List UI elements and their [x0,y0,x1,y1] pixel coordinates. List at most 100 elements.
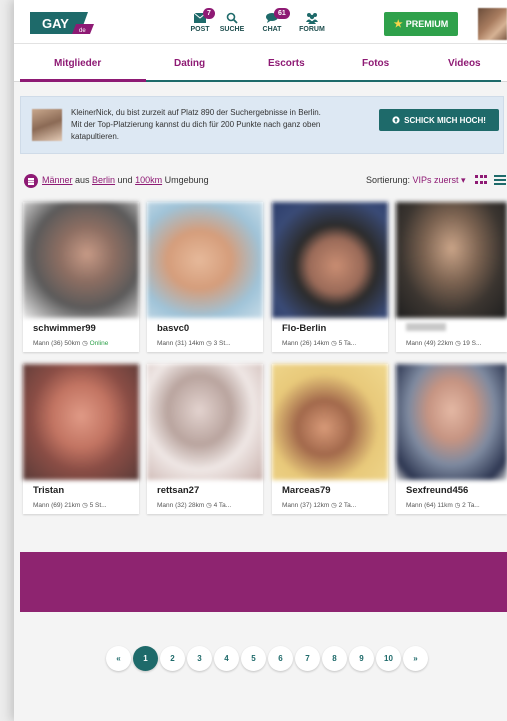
chat-badge: 61 [274,8,290,19]
filter-text-umgebung: Umgebung [162,175,209,185]
logo-suffix: de [79,28,86,34]
member-name[interactable]: rettsan27 [157,485,199,496]
premium-button[interactable]: ★ PREMIUM [384,12,458,36]
clock-icon: ◷ [82,502,88,509]
banner-text: KleinerNick, du bist zurzeit auf Platz 8… [71,108,321,141]
tab-fotos[interactable]: Fotos [362,58,389,69]
sort-value[interactable]: VIPs zuerst ▾ [413,175,466,185]
page: GAY de 7 POST SUCHE 61 CHAT FORUM ★ PREM… [14,0,507,721]
clock-icon: ◷ [206,340,212,347]
page-8[interactable]: 8 [322,646,347,671]
member-name-hidden[interactable] [406,323,446,334]
member-photo[interactable] [147,364,263,480]
member-card[interactable]: schwimmer99 Mann (36) 50km ◷ Online [23,202,139,352]
clock-icon: ◷ [331,340,337,347]
member-name[interactable]: Sexfreund456 [406,485,468,496]
page-6[interactable]: 6 [268,646,293,671]
clock-icon: ◷ [206,502,212,509]
active-tab-indicator [20,79,146,82]
member-meta: Mann (32) 28km ◷ 4 Ta... [157,502,232,509]
boost-button-label: SCHICK MICH HOCH! [404,115,486,125]
nav-chat[interactable]: 61 CHAT [252,8,292,33]
arrow-up-circle-icon [392,116,400,124]
clock-icon: ◷ [455,340,461,347]
premium-label: PREMIUM [405,19,449,29]
member-photo[interactable] [396,202,507,318]
filter-text-aus: aus [72,175,93,185]
filter-icon[interactable] [24,174,38,188]
member-card[interactable]: Marceas79 Mann (37) 12km ◷ 2 Ta... [272,364,388,514]
nav-search[interactable]: SUCHE [212,12,252,33]
grid-view-icon[interactable] [475,175,488,186]
page-1[interactable]: 1 [133,646,158,671]
page-9[interactable]: 9 [349,646,374,671]
member-card[interactable]: basvc0 Mann (31) 14km ◷ 3 St... [147,202,263,352]
boost-button[interactable]: SCHICK MICH HOCH! [379,109,499,131]
nav-forum[interactable]: FORUM [292,12,332,33]
last-seen: 2 Ta... [462,502,480,509]
filter-text-und: und [115,175,136,185]
filter-bar: Männer aus Berlin und 100km Umgebung Sor… [24,174,507,188]
member-meta: Mann (37) 12km ◷ 2 Ta... [282,502,357,509]
tab-mitglieder[interactable]: Mitglieder [54,58,101,69]
search-icon [226,12,238,24]
filter-city-link[interactable]: Berlin [92,175,115,185]
member-photo[interactable] [396,364,507,480]
top-header: GAY de 7 POST SUCHE 61 CHAT FORUM ★ PREM… [14,0,507,44]
filter-radius-link[interactable]: 100km [135,175,162,185]
tab-escorts[interactable]: Escorts [268,58,305,69]
nav-forum-label: FORUM [299,26,325,33]
logo-text: GAY [42,16,69,31]
tab-dating[interactable]: Dating [174,58,205,69]
member-meta: Mann (31) 14km ◷ 3 St... [157,340,231,347]
clock-icon: ◷ [82,340,88,347]
star-icon: ★ [393,18,403,30]
page-3[interactable]: 3 [187,646,212,671]
category-tabs: Mitglieder Dating Escorts Fotos Videos [14,44,507,82]
nav-chat-label: CHAT [262,26,282,33]
page-4[interactable]: 4 [214,646,239,671]
member-photo[interactable] [23,364,139,480]
member-name[interactable]: basvc0 [157,323,189,334]
pagination-next[interactable]: » [403,646,428,671]
ad-banner-strip [20,552,507,612]
member-name[interactable]: schwimmer99 [33,323,96,334]
tab-videos[interactable]: Videos [448,58,481,69]
online-status: Online [89,340,109,347]
member-name[interactable]: Flo-Berlin [282,323,326,334]
site-logo[interactable]: GAY de [28,10,98,36]
pagination-prev[interactable]: « [106,646,131,671]
page-10[interactable]: 10 [376,646,401,671]
list-view-icon[interactable] [494,175,506,186]
member-card[interactable]: Flo-Berlin Mann (26) 14km ◷ 5 Ta... [272,202,388,352]
clock-icon: ◷ [454,502,461,509]
promo-banner: KleinerNick, du bist zurzeit auf Platz 8… [20,96,504,154]
users-group-icon [306,13,318,24]
banner-avatar [32,109,62,141]
filter-summary: Männer aus Berlin und 100km Umgebung [42,175,209,185]
member-name[interactable]: Tristan [33,485,64,496]
page-7[interactable]: 7 [295,646,320,671]
member-photo[interactable] [147,202,263,318]
page-5[interactable]: 5 [241,646,266,671]
member-meta: Mann (64) 11km ◷ 2 Ta... [406,502,480,509]
user-avatar[interactable] [478,8,507,40]
member-card[interactable]: Sexfreund456 Mann (64) 11km ◷ 2 Ta... [396,364,507,514]
member-card[interactable]: Mann (49) 22km ◷ 19 S... [396,202,507,352]
clock-icon: ◷ [331,502,337,509]
member-name[interactable]: Marceas79 [282,485,331,496]
sort-control[interactable]: Sortierung: VIPs zuerst ▾ [366,175,466,186]
member-photo[interactable] [272,202,388,318]
filter-gender-link[interactable]: Männer [42,175,73,185]
member-card[interactable]: rettsan27 Mann (32) 28km ◷ 4 Ta... [147,364,263,514]
last-seen: 2 Ta... [338,502,357,509]
member-meta: Mann (69) 21km ◷ 5 St... [33,502,107,509]
last-seen: 5 Ta... [338,340,357,347]
page-2[interactable]: 2 [160,646,185,671]
member-meta: Mann (26) 14km ◷ 5 Ta... [282,340,357,347]
member-photo[interactable] [272,364,388,480]
last-seen: 5 St... [89,502,107,509]
member-card[interactable]: Tristan Mann (69) 21km ◷ 5 St... [23,364,139,514]
blurred-name [406,323,446,331]
member-photo[interactable] [23,202,139,318]
